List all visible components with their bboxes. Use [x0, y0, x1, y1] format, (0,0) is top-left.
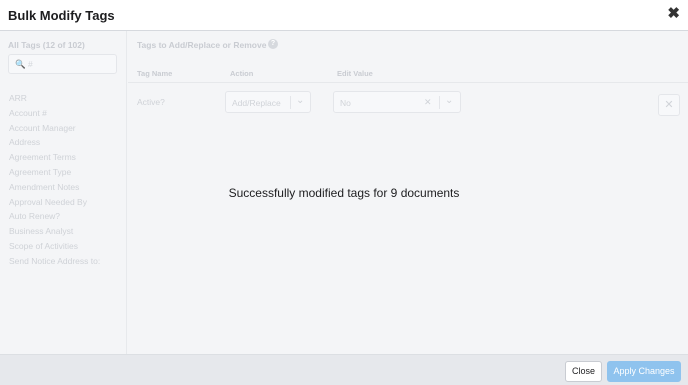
clear-value-icon[interactable]: ✕: [424, 97, 432, 108]
tag-list-item[interactable]: Scope of Activities: [9, 239, 100, 254]
row-tag-name: Active?: [137, 97, 165, 107]
all-tags-title: All Tags (12 of 102): [8, 40, 85, 50]
tag-list-item[interactable]: Agreement Type: [9, 165, 100, 180]
column-header-edit-value: Edit Value: [337, 69, 373, 78]
select-divider: [439, 96, 440, 109]
tag-list-item[interactable]: Address: [9, 135, 100, 150]
close-button[interactable]: Close: [565, 361, 602, 382]
select-divider: [290, 96, 291, 109]
action-select-value: Add/Replace: [232, 98, 281, 108]
tag-list: ARR Account # Account Manager Address Ag…: [9, 91, 100, 269]
action-select[interactable]: Add/Replace ⌄: [225, 91, 311, 113]
tag-list-item[interactable]: Auto Renew?: [9, 209, 100, 224]
success-message: Successfully modified tags for 9 documen…: [228, 186, 460, 200]
close-icon[interactable]: ✖: [667, 6, 680, 22]
tag-list-item[interactable]: Account Manager: [9, 121, 100, 136]
modal-footer: Close Apply Changes: [0, 354, 688, 385]
tags-to-modify-title: Tags to Add/Replace or Remove: [137, 40, 267, 50]
remove-row-button[interactable]: ✕: [658, 94, 680, 116]
column-header-tag-name: Tag Name: [137, 69, 173, 78]
edit-value-select-value: No: [340, 98, 351, 108]
tag-search-placeholder: 🔍 #: [15, 59, 33, 69]
help-icon[interactable]: ?: [268, 39, 278, 49]
modal-header: Bulk Modify Tags ✖: [0, 0, 688, 31]
modal-body: All Tags (12 of 102) 🔍 # ARR Account # A…: [0, 31, 688, 354]
tag-list-item[interactable]: ARR: [9, 91, 100, 106]
tag-search-input[interactable]: 🔍 #: [8, 54, 117, 74]
chevron-down-icon[interactable]: ⌄: [445, 95, 453, 106]
modal-title: Bulk Modify Tags: [8, 8, 115, 23]
chevron-down-icon[interactable]: ⌄: [296, 95, 304, 106]
tag-list-item[interactable]: Business Analyst: [9, 224, 100, 239]
tag-list-item[interactable]: Agreement Terms: [9, 150, 100, 165]
apply-changes-button[interactable]: Apply Changes: [607, 361, 681, 382]
column-header-action: Action: [230, 69, 254, 78]
tag-list-item[interactable]: Send Notice Address to:: [9, 254, 100, 269]
edit-value-select[interactable]: No ✕ ⌄: [333, 91, 461, 113]
tag-list-item[interactable]: Account #: [9, 106, 100, 121]
header-divider: [128, 82, 688, 83]
